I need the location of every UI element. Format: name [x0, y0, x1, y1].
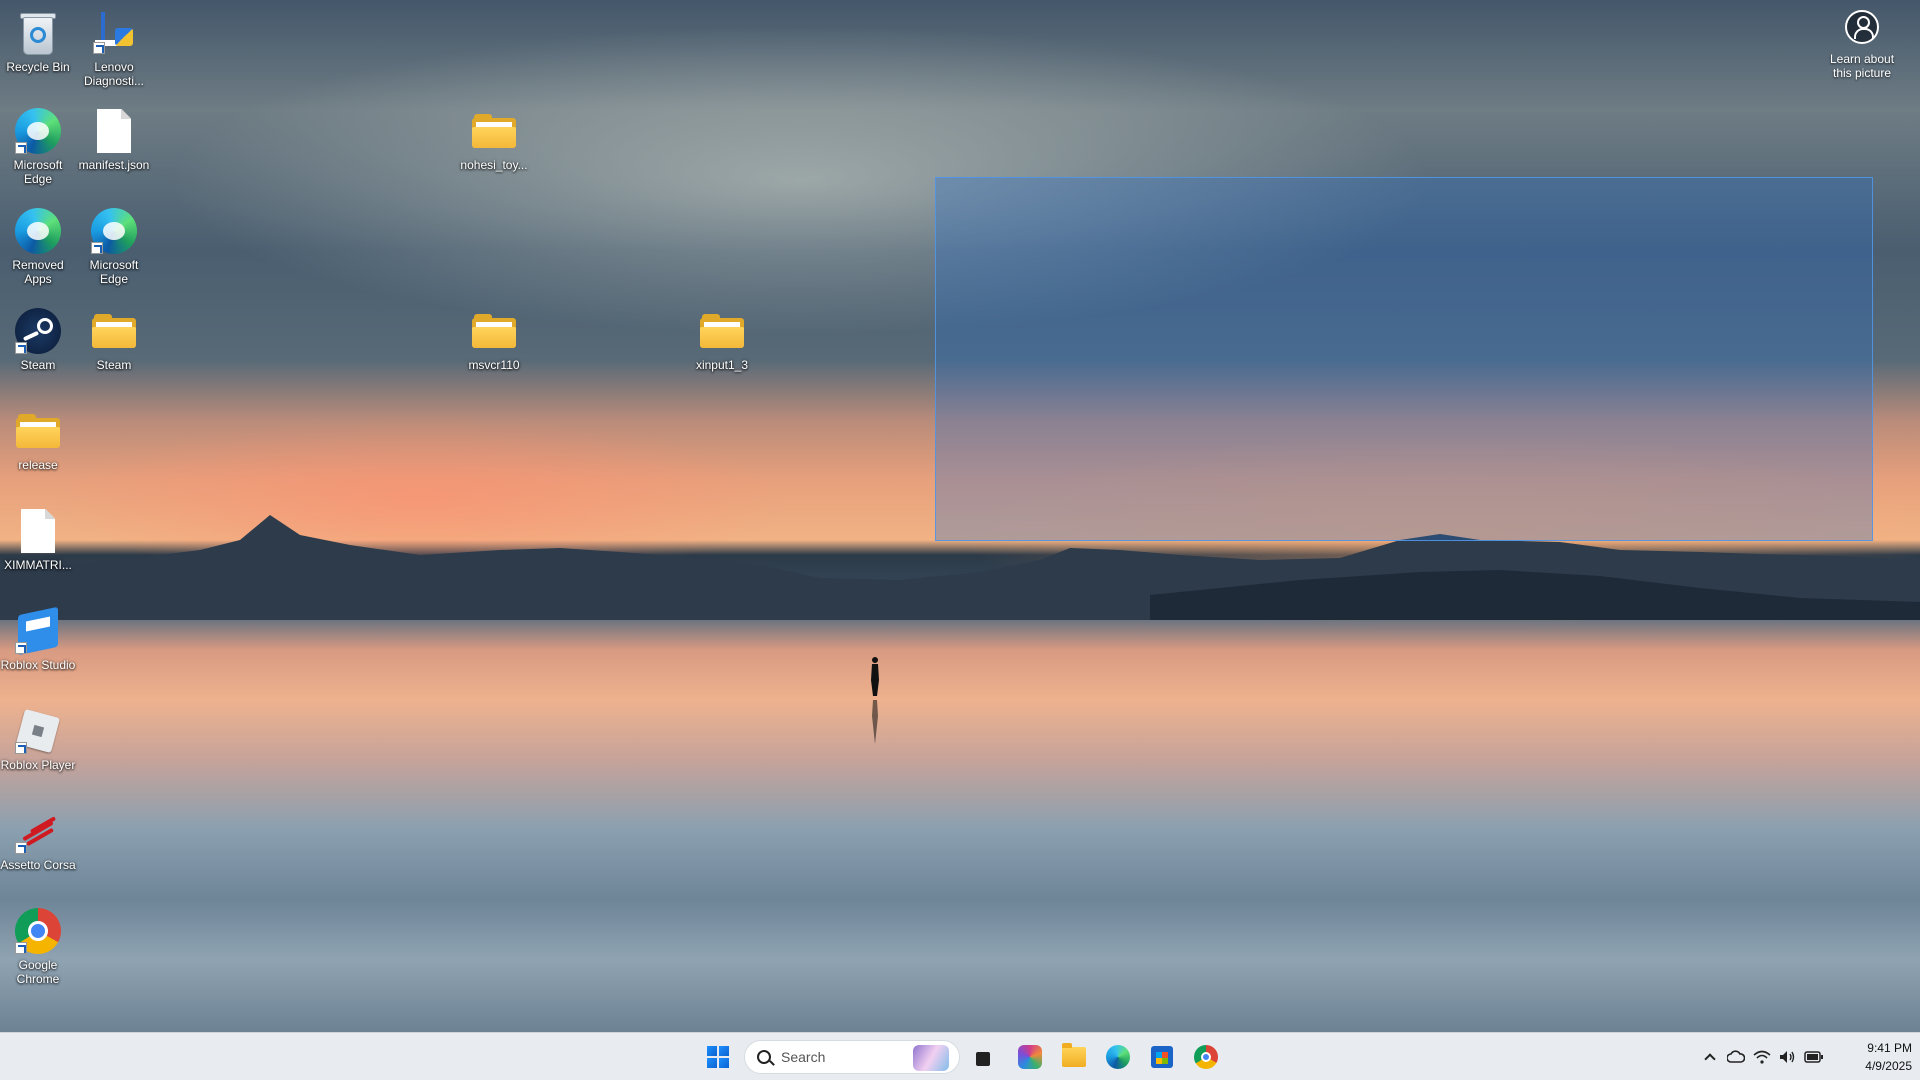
windows-start-icon [707, 1046, 729, 1068]
desktop-icon-roblox-studio[interactable]: Roblox Studio [0, 606, 76, 672]
system-tray [1700, 1041, 1824, 1073]
desktop-icon-label: Lenovo Diagnosti... [83, 60, 145, 88]
desktop-icon-label: Steam [20, 358, 56, 372]
desktop-icon-steam-app[interactable]: Steam [0, 306, 76, 372]
desktop-icon-label: Google Chrome [16, 958, 60, 986]
wifi-icon[interactable] [1752, 1047, 1772, 1067]
desktop-icon-label: Steam [96, 358, 132, 372]
edge-icon [15, 208, 61, 254]
search-icon [757, 1050, 771, 1064]
clock-time: 9:41 PM [1867, 1041, 1912, 1055]
task-view-icon [976, 1048, 996, 1066]
drag-selection-rectangle [935, 177, 1873, 541]
folder-icon [700, 314, 744, 348]
folder-icon [472, 314, 516, 348]
chevron-up-icon [1704, 1053, 1716, 1065]
lenovo-diagnostics-icon [91, 10, 137, 56]
desktop-icon-label: Microsoft Edge [89, 258, 139, 286]
desktop-icon-label: release [18, 458, 58, 472]
desktop-icon-lenovo-diagnostics[interactable]: Lenovo Diagnosti... [76, 8, 152, 88]
desktop-icon-label: manifest.json [78, 158, 150, 172]
desktop-icon-recycle-bin[interactable]: Recycle Bin [0, 8, 76, 74]
battery-icon[interactable] [1804, 1047, 1824, 1067]
desktop-icon-ximmatri-file[interactable]: XIMMATRI... [0, 506, 76, 572]
folder-icon [92, 314, 136, 348]
desktop-icon-label: Roblox Studio [0, 658, 76, 672]
taskbar-pinned-apps: Search [700, 1039, 1224, 1075]
desktop-icon-microsoft-edge[interactable]: Microsoft Edge [0, 106, 76, 186]
taskbar-clock[interactable]: 9:41 PM 4/9/2025 [1840, 1039, 1912, 1075]
onedrive-icon[interactable] [1726, 1047, 1746, 1067]
wallpaper-figure [871, 657, 879, 744]
learn-about-picture-button[interactable]: Learn about this picture [1820, 10, 1904, 80]
file-explorer-button[interactable] [1056, 1039, 1092, 1075]
desktop-icon-label: XIMMATRI... [4, 558, 72, 572]
file-icon [97, 109, 131, 153]
desktop-icon-label: Recycle Bin [6, 60, 70, 74]
desktop-icon-microsoft-edge-2[interactable]: Microsoft Edge [76, 206, 152, 286]
file-explorer-icon [1062, 1043, 1086, 1067]
start-button[interactable] [700, 1039, 736, 1075]
edge-taskbar-button[interactable] [1100, 1039, 1136, 1075]
desktop-icon-label: msvcr110 [468, 358, 520, 372]
clock-date: 4/9/2025 [1865, 1059, 1912, 1073]
desktop-icon-label: Assetto Corsa [0, 858, 76, 872]
microsoft-365-button[interactable] [1012, 1039, 1048, 1075]
volume-icon[interactable] [1778, 1047, 1798, 1067]
desktop-icon-xinput-folder[interactable]: xinput1_3 [684, 306, 760, 372]
desktop-icon-manifest-json[interactable]: manifest.json [76, 106, 152, 172]
taskbar-search-box[interactable]: Search [744, 1040, 960, 1074]
desktop-icon-roblox-player[interactable]: Roblox Player [0, 706, 76, 772]
desktop-icon-steam-folder[interactable]: Steam [76, 306, 152, 372]
desktop-icon-google-chrome[interactable]: Google Chrome [0, 906, 76, 986]
chrome-taskbar-button[interactable] [1188, 1039, 1224, 1075]
desktop-icon-release-folder[interactable]: release [0, 406, 76, 472]
chrome-icon [1194, 1045, 1218, 1069]
task-view-button[interactable] [968, 1039, 1004, 1075]
folder-icon [472, 114, 516, 148]
desktop-icon-removed-apps[interactable]: Removed Apps [0, 206, 76, 286]
microsoft-store-icon [1151, 1046, 1173, 1068]
edge-icon [1106, 1045, 1130, 1069]
desktop-icon-label: xinput1_3 [695, 358, 749, 372]
desktop-icon-label: Microsoft Edge [13, 158, 63, 186]
microsoft-store-button[interactable] [1144, 1039, 1180, 1075]
search-placeholder: Search [781, 1049, 826, 1065]
desktop-icon-label: nohesi_toy... [460, 158, 528, 172]
taskbar: Search 9:41 PM 4/9/2025 [0, 1032, 1920, 1080]
desktop-icon-msvcr110-folder[interactable]: msvcr110 [456, 306, 532, 372]
desktop-icon-assetto-corsa[interactable]: Assetto Corsa [0, 806, 76, 872]
learn-about-picture-label: Learn about this picture [1829, 52, 1895, 80]
file-icon [21, 509, 55, 553]
desktop-icon-label: Roblox Player [0, 758, 76, 772]
spotlight-icon [1845, 10, 1879, 44]
show-hidden-icons-button[interactable] [1700, 1047, 1720, 1067]
microsoft-365-icon [1018, 1045, 1042, 1069]
folder-icon [16, 414, 60, 448]
desktop-icon-label: Removed Apps [12, 258, 64, 286]
desktop-icon-nohesi-folder[interactable]: nohesi_toy... [456, 106, 532, 172]
search-highlight-icon [913, 1045, 949, 1071]
recycle-bin-icon [19, 11, 57, 55]
